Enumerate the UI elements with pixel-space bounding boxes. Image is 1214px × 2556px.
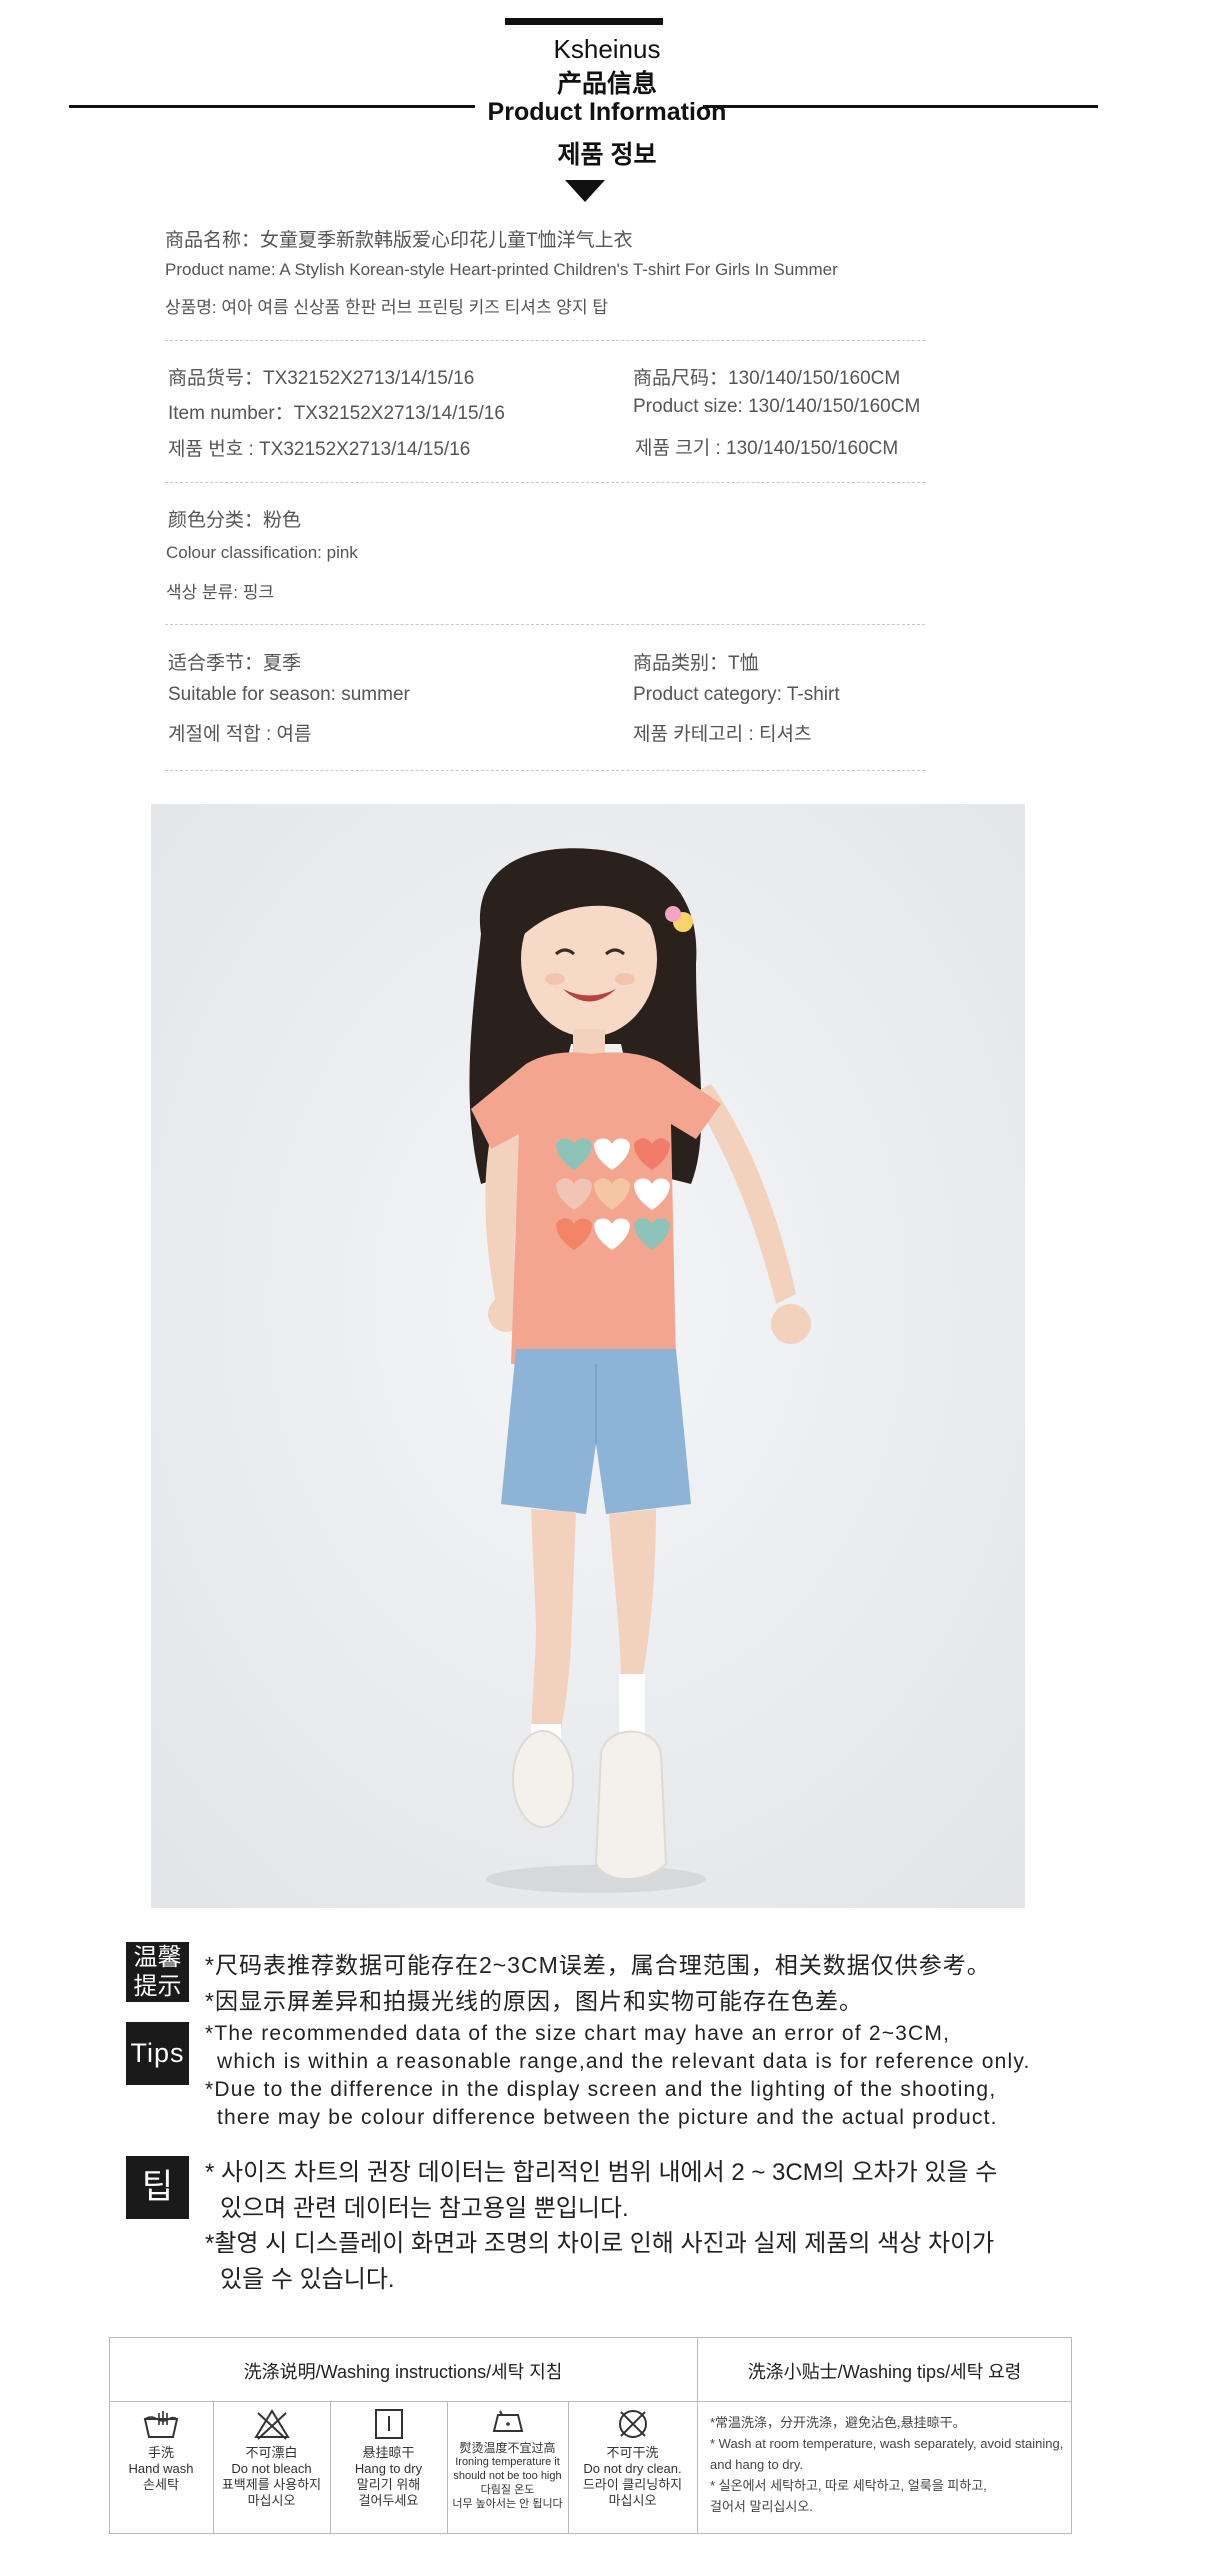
- washing-tip-line: *常温洗涤，分开洗涤，避免沾色,悬挂晾干。: [710, 2415, 966, 2430]
- care-hang-dry: 悬挂晾干 Hang to dry 말리기 위해 걸어두세요: [330, 2407, 447, 2509]
- divider: [165, 624, 925, 625]
- care-label-ko: 너무 높아서는 안 됩니다: [452, 2498, 563, 2510]
- care-iron-low: 熨烫温度不宜过高 Ironing temperature it should n…: [447, 2407, 568, 2511]
- care-no-dry-clean: 不可干洗 Do not dry clean. 드라이 클리닝하지 마십시오: [568, 2407, 697, 2509]
- care-hand-wash: 手洗 Hand wash 손세탁: [109, 2407, 213, 2493]
- item-number-zh: 商品货号：TX32152X2713/14/15/16: [168, 368, 475, 389]
- tip-ko-4: 있을 수 있습니다.: [220, 2266, 395, 2293]
- girl-illustration: [151, 804, 1025, 1908]
- care-label-ko: 마십시오: [608, 2493, 657, 2508]
- product-name-en: Product name: A Stylish Korean-style Hea…: [165, 260, 838, 279]
- tip-ko-3: *촬영 시 디스플레이 화면과 조명의 차이로 인해 사진과 실제 제품의 색상…: [205, 2230, 995, 2257]
- care-label-ko: 말리기 위해: [356, 2477, 421, 2492]
- tip-ko-1: * 사이즈 차트의 권장 데이터는 합리적인 범위 내에서 2 ~ 3CM의 오…: [205, 2159, 998, 2186]
- table-divider: [109, 2401, 1072, 2402]
- tips-badge-chinese: 温馨 提示: [126, 1942, 189, 2002]
- category-en: Product category: T-shirt: [633, 684, 840, 705]
- care-label-ko: 다림질 온도: [480, 2484, 535, 2496]
- care-label-ko: 손세탁: [143, 2477, 179, 2492]
- no-dry-clean-icon: [618, 2410, 647, 2438]
- colour-zh: 颜色分类：粉色: [168, 510, 302, 531]
- item-number-en: Item number：TX32152X2713/14/15/16: [168, 403, 505, 424]
- care-label-en: Ironing temperature it: [455, 2456, 560, 2468]
- product-size-zh: 商品尺码：130/140/150/160CM: [633, 368, 901, 389]
- colour-ko: 색상 분류: 핑크: [166, 583, 275, 602]
- care-label-ko: 표백제를 사용하지: [221, 2477, 322, 2492]
- item-number-ko: 제품 번호 : TX32152X2713/14/15/16: [168, 439, 471, 460]
- care-label-ko: 마십시오: [247, 2493, 296, 2508]
- product-size-en: Product size: 130/140/150/160CM: [633, 396, 921, 417]
- care-label-en: Hang to dry: [354, 2461, 423, 2476]
- washing-tip-line: 걸어서 말리십시오.: [710, 2499, 813, 2514]
- tip-en-1: *The recommended data of the size chart …: [205, 2022, 951, 2045]
- tip-en-2: which is within a reasonable range,and t…: [217, 2050, 1031, 2073]
- care-label-ko: 드라이 클리닝하지: [582, 2477, 683, 2492]
- title-chinese: 产品信息: [556, 70, 657, 98]
- tips-badge-korean: 팁: [126, 2156, 189, 2219]
- header-top-bar: [505, 18, 663, 25]
- season-en: Suitable for season: summer: [168, 684, 410, 705]
- season-ko: 계절에 적합 : 여름: [168, 724, 312, 745]
- tip-en-3: *Due to the difference in the display sc…: [205, 2078, 997, 2101]
- brand-name: Ksheinus: [553, 34, 661, 64]
- divider: [165, 340, 925, 341]
- washing-tip-line: * 실온에서 세탁하고, 따로 세탁하고, 얼룩을 피하고,: [710, 2478, 987, 2493]
- product-name-ko: 상품명: 여아 여름 신상품 한판 러브 프린팅 키즈 티셔츠 양지 탑: [165, 298, 608, 317]
- care-label-en: should not be too high: [453, 2470, 562, 2482]
- divider: [165, 770, 925, 771]
- hand-wash-icon: [143, 2411, 179, 2438]
- category-zh: 商品类别：T恤: [633, 653, 759, 674]
- divider: [165, 482, 925, 483]
- washing-instructions-header: 洗涤说明/Washing instructions/세탁 지침: [243, 2362, 563, 2382]
- tip-ko-2: 있으며 관련 데이터는 참고용일 뿐입니다.: [220, 2195, 629, 2222]
- product-size-ko: 제품 크기 : 130/140/150/160CM: [635, 438, 899, 459]
- care-label-zh: 不可漂白: [245, 2445, 298, 2460]
- title-english: Product Information: [487, 98, 727, 126]
- washing-tips-header: 洗涤小贴士/Washing tips/세탁 요령: [747, 2362, 1022, 2382]
- colour-en: Colour classification: pink: [166, 543, 358, 562]
- care-label-zh: 悬挂晾干: [362, 2445, 415, 2460]
- care-label-ko: 걸어두세요: [358, 2493, 419, 2508]
- season-zh: 适合季节：夏季: [168, 653, 302, 674]
- title-korean: 제품 정보: [557, 141, 657, 169]
- care-label-zh: 手洗: [147, 2445, 174, 2460]
- badge-line: 提示: [133, 1973, 182, 2000]
- tip-zh-1: *尺码表推荐数据可能存在2~3CM误差，属合理范围，相关数据仅供参考。: [205, 1952, 991, 1978]
- badge-line: 温馨: [133, 1944, 182, 1971]
- iron-low-icon: [492, 2410, 523, 2432]
- tip-zh-2: *因显示屏差异和拍摄光线的原因，图片和实物可能存在色差。: [205, 1988, 863, 2014]
- tip-en-4: there may be colour difference between t…: [217, 2106, 998, 2129]
- tips-badge-english: Tips: [126, 2022, 189, 2085]
- care-no-bleach: 不可漂白 Do not bleach 표백제를 사용하지 마십시오: [213, 2407, 330, 2509]
- care-label-en: Do not bleach: [231, 2461, 312, 2476]
- care-label-zh: 熨烫温度不宜过高: [459, 2441, 556, 2455]
- hang-dry-icon: [374, 2409, 403, 2439]
- product-photo: [151, 804, 1025, 1908]
- category-ko: 제품 카테고리 : 티셔츠: [633, 724, 812, 745]
- product-name-zh: 商品名称：女童夏季新款韩版爱心印花儿童T恤洋气上衣: [165, 230, 633, 251]
- no-bleach-icon: [253, 2409, 290, 2440]
- arrow-down-icon: [565, 180, 605, 202]
- care-label-en: Do not dry clean.: [583, 2461, 682, 2476]
- care-label-zh: 不可干洗: [606, 2445, 659, 2460]
- care-label-en: Hand wash: [128, 2461, 194, 2476]
- washing-tip-line: * Wash at room temperature, wash separat…: [710, 2436, 1064, 2451]
- washing-tips-text: *常温洗涤，分开洗涤，避免沾色,悬挂晾干。 * Wash at room tem…: [710, 2412, 1065, 2517]
- washing-tip-line: and hang to dry.: [710, 2457, 803, 2472]
